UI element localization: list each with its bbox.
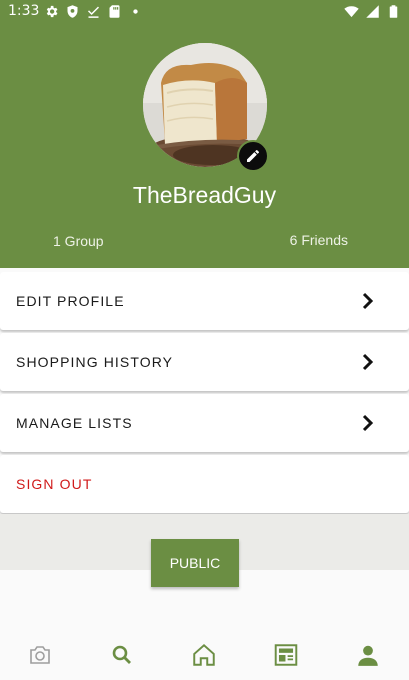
profile-menu: EDIT PROFILE SHOPPING HISTORY MANAGE LIS…: [0, 272, 409, 516]
menu-item-label: EDIT PROFILE: [16, 293, 125, 309]
status-bar: 1:33: [0, 0, 409, 24]
menu-item-shopping-history[interactable]: SHOPPING HISTORY: [0, 333, 409, 391]
public-button[interactable]: PUBLIC: [151, 539, 239, 587]
groups-count[interactable]: 1 Group: [53, 233, 104, 249]
status-time: 1:33: [8, 3, 40, 19]
nav-search[interactable]: [109, 642, 135, 668]
username: TheBreadGuy: [132, 182, 277, 208]
nav-profile[interactable]: [355, 642, 381, 668]
search-icon: [112, 645, 131, 664]
wifi-icon: [344, 6, 359, 18]
nav-camera[interactable]: [27, 642, 53, 668]
newspaper-icon: [274, 644, 298, 666]
menu-item-label: SIGN OUT: [16, 476, 93, 492]
shield-icon: [67, 5, 78, 18]
chevron-right-icon: [362, 414, 374, 432]
friends-count[interactable]: 6 Friends: [290, 232, 348, 248]
chevron-right-icon: [362, 292, 374, 310]
edit-avatar-button[interactable]: [237, 140, 269, 172]
dot-icon: [133, 9, 138, 14]
battery-icon: [389, 5, 398, 18]
menu-item-label: MANAGE LISTS: [16, 415, 133, 431]
status-right-icons: [344, 4, 401, 19]
menu-item-sign-out[interactable]: SIGN OUT: [0, 455, 409, 513]
nav-news[interactable]: [273, 642, 299, 668]
chevron-right-icon: [362, 353, 374, 371]
home-icon: [193, 643, 215, 666]
sd-card-icon: [109, 5, 120, 18]
menu-item-edit-profile[interactable]: EDIT PROFILE: [0, 272, 409, 330]
camera-icon: [30, 646, 50, 664]
bottom-nav: [0, 630, 409, 680]
signal-icon: [366, 5, 379, 18]
check-download-icon: [87, 6, 100, 18]
status-left-icons: [44, 4, 143, 19]
nav-home[interactable]: [191, 642, 217, 668]
gear-icon: [46, 5, 58, 18]
pencil-icon: [247, 149, 259, 162]
profile-header: TheBreadGuy 1 Group 6 Friends: [0, 24, 409, 268]
menu-item-label: SHOPPING HISTORY: [16, 354, 174, 370]
person-icon: [358, 645, 378, 666]
menu-item-manage-lists[interactable]: MANAGE LISTS: [0, 394, 409, 452]
